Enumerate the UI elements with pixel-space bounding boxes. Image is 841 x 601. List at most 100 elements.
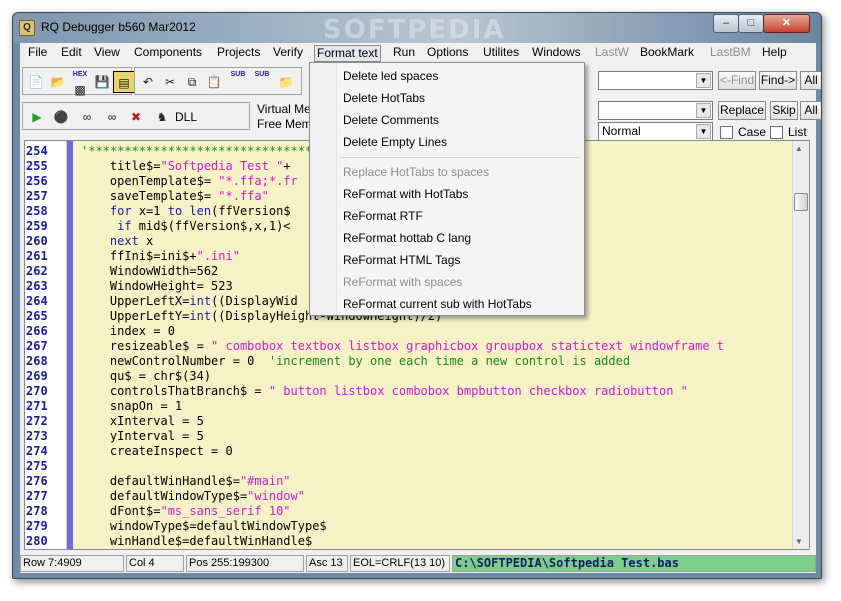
menu-reformat-with-spaces[interactable]: ReFormat with spaces	[343, 273, 462, 291]
chevron-down-icon[interactable]: ▼	[696, 124, 711, 139]
open-file-icon[interactable]: 📂	[47, 71, 69, 93]
style-combo[interactable]: Normal ▼	[598, 122, 713, 141]
menu-replace-hottabs-to-spaces[interactable]: Replace HotTabs to spaces	[343, 163, 489, 181]
replace-button[interactable]: Replace	[718, 101, 766, 120]
code-text: index = 0	[81, 324, 175, 338]
line-number: 268	[26, 354, 48, 368]
clear-breakpoints-icon[interactable]: ✖	[125, 106, 147, 128]
code-line[interactable]: 270 controlsThatBranch$ = " button listb…	[25, 384, 793, 399]
code-text: title$="Softpedia Test "+	[81, 159, 291, 173]
line-number: 261	[26, 249, 48, 263]
title-bar[interactable]: Q RQ Debugger b560 Mar2012 SOFTPEDIA – □…	[13, 13, 821, 45]
menu-utilites[interactable]: Utilites	[481, 45, 521, 62]
replace-combo[interactable]: ▼	[598, 101, 713, 120]
code-line[interactable]: 272 xInterval = 5	[25, 414, 793, 429]
find-combo[interactable]: ▼	[598, 71, 713, 90]
cut-icon[interactable]: ✂	[159, 71, 181, 93]
code-line[interactable]: 274 createInspect = 0	[25, 444, 793, 459]
menu-reformat-hottab-c-lang[interactable]: ReFormat hottab C lang	[343, 229, 471, 247]
menu-components[interactable]: Components	[132, 45, 204, 62]
horse-icon[interactable]: ♞	[151, 106, 173, 128]
code-line[interactable]: 271 snapOn = 1	[25, 399, 793, 414]
clipboard-icon[interactable]: ▤	[113, 71, 135, 93]
menu-verify[interactable]: Verify	[271, 45, 305, 62]
menu-help[interactable]: Help	[760, 45, 789, 62]
menu-lastw[interactable]: LastW	[593, 45, 631, 62]
code-line[interactable]: 280 winHandle$=defaultWinHandle$	[25, 534, 793, 549]
paste-icon[interactable]: 📋	[203, 71, 225, 93]
skip-button[interactable]: Skip	[770, 101, 798, 120]
menu-reformat-with-hottabs[interactable]: ReFormat with HotTabs	[343, 185, 468, 203]
list-checkbox[interactable]	[770, 126, 783, 139]
menu-delete-hottabs[interactable]: Delete HotTabs	[343, 89, 425, 107]
maximize-button[interactable]: □	[738, 14, 764, 33]
line-number: 260	[26, 234, 48, 248]
menu-edit[interactable]: Edit	[59, 45, 84, 62]
menu-windows[interactable]: Windows	[530, 45, 583, 62]
code-line[interactable]: 275	[25, 459, 793, 474]
code-line[interactable]: 273 yInterval = 5	[25, 429, 793, 444]
menu-delete-empty-lines[interactable]: Delete Empty Lines	[343, 133, 447, 151]
file-toolbar-group: 📄 📂 HEX ▩ 💾 ▤	[22, 67, 135, 97]
code-line[interactable]: 266 index = 0	[25, 324, 793, 339]
code-line[interactable]: 281 fo t$(1)=dFont$	[25, 549, 793, 550]
menu-projects[interactable]: Projects	[215, 45, 262, 62]
chevron-down-icon[interactable]: ▼	[696, 103, 711, 118]
menu-bookmark[interactable]: BookMark	[638, 45, 696, 62]
vertical-scrollbar[interactable]: ▲ ▼	[792, 141, 809, 549]
window-title: RQ Debugger b560 Mar2012	[41, 20, 196, 34]
find-prev-button[interactable]: <-Find	[718, 71, 756, 90]
menu-delete-comments[interactable]: Delete Comments	[343, 111, 439, 129]
save-icon[interactable]: 💾	[91, 71, 113, 93]
code-line[interactable]: 277 defaultWindowType$="window"	[25, 489, 793, 504]
debug-bug-icon[interactable]: ⚫	[50, 106, 72, 128]
scroll-thumb[interactable]	[794, 193, 808, 211]
hex-icon[interactable]: HEX ▩	[69, 71, 91, 97]
scroll-down-icon[interactable]: ▼	[795, 537, 803, 546]
minimize-button[interactable]: –	[713, 14, 739, 33]
copy-icon[interactable]: ⧉	[181, 71, 203, 93]
style-combo-value: Normal	[602, 124, 641, 138]
line-number: 281	[25, 549, 67, 550]
code-text: defaultWindowType$="window"	[81, 489, 305, 503]
scroll-up-icon[interactable]: ▲	[795, 144, 803, 153]
menu-format-text[interactable]: Format text	[314, 45, 381, 62]
case-checkbox[interactable]	[720, 126, 733, 139]
undo-icon[interactable]: ↶	[137, 71, 159, 93]
menu-reformat-current-sub-with-hottabs[interactable]: ReFormat current sub with HotTabs	[343, 295, 532, 313]
remove-breakpoint-icon[interactable]: ∞	[101, 106, 123, 128]
menu-view[interactable]: View	[92, 45, 122, 62]
code-text: next x	[109, 234, 154, 248]
close-button[interactable]: ✕	[763, 14, 810, 33]
menu-lastbm[interactable]: LastBM	[708, 45, 753, 62]
code-text: saveTemplate$= "*.ffa"	[81, 189, 269, 203]
sub-icon[interactable]: SUB	[227, 71, 249, 93]
code-line[interactable]: 276 defaultWinHandle$="#main"	[25, 474, 793, 489]
menu-options[interactable]: Options	[425, 45, 470, 62]
menu-run[interactable]: Run	[391, 45, 417, 62]
code-text: WindowHeight= 523	[81, 279, 233, 293]
run-icon[interactable]: ▶	[26, 106, 48, 128]
find-next-button[interactable]: Find->	[759, 71, 797, 90]
new-file-icon[interactable]: 📄	[25, 71, 47, 93]
code-line[interactable]: 268 newControlNumber = 0 'increment by o…	[25, 354, 793, 369]
debug-toolbar-group: ▶ ⚫ ∞ ∞ ✖ ♞ DLL	[22, 102, 250, 130]
code-line[interactable]: 278 dFont$="ms_sans_serif 10"	[25, 504, 793, 519]
menu-reformat-html-tags[interactable]: ReFormat HTML Tags	[343, 251, 460, 269]
find-all-button[interactable]: All	[800, 71, 821, 90]
code-line[interactable]: 269 qu$ = chr$(34)	[25, 369, 793, 384]
code-line[interactable]: 279 windowType$=defaultWindowType$	[25, 519, 793, 534]
replace-all-button[interactable]: All	[800, 101, 821, 120]
menu-reformat-rtf[interactable]: ReFormat RTF	[343, 207, 423, 225]
folder-icon[interactable]: 📁	[275, 71, 297, 93]
code-text: ffIni$=ini$+".ini"	[81, 249, 240, 263]
code-line[interactable]: 267 resizeable$ = " combobox textbox lis…	[25, 339, 793, 354]
status-row: Row 7:4909	[20, 555, 124, 572]
status-asc: Asc 13	[306, 555, 348, 572]
sub-icon[interactable]: SUB	[251, 71, 273, 93]
code-text: winHandle$=defaultWinHandle$	[81, 534, 313, 548]
chevron-down-icon[interactable]: ▼	[696, 73, 711, 88]
add-breakpoint-icon[interactable]: ∞	[76, 106, 98, 128]
menu-delete-led-spaces[interactable]: Delete led spaces	[343, 67, 438, 85]
menu-file[interactable]: File	[26, 45, 49, 62]
